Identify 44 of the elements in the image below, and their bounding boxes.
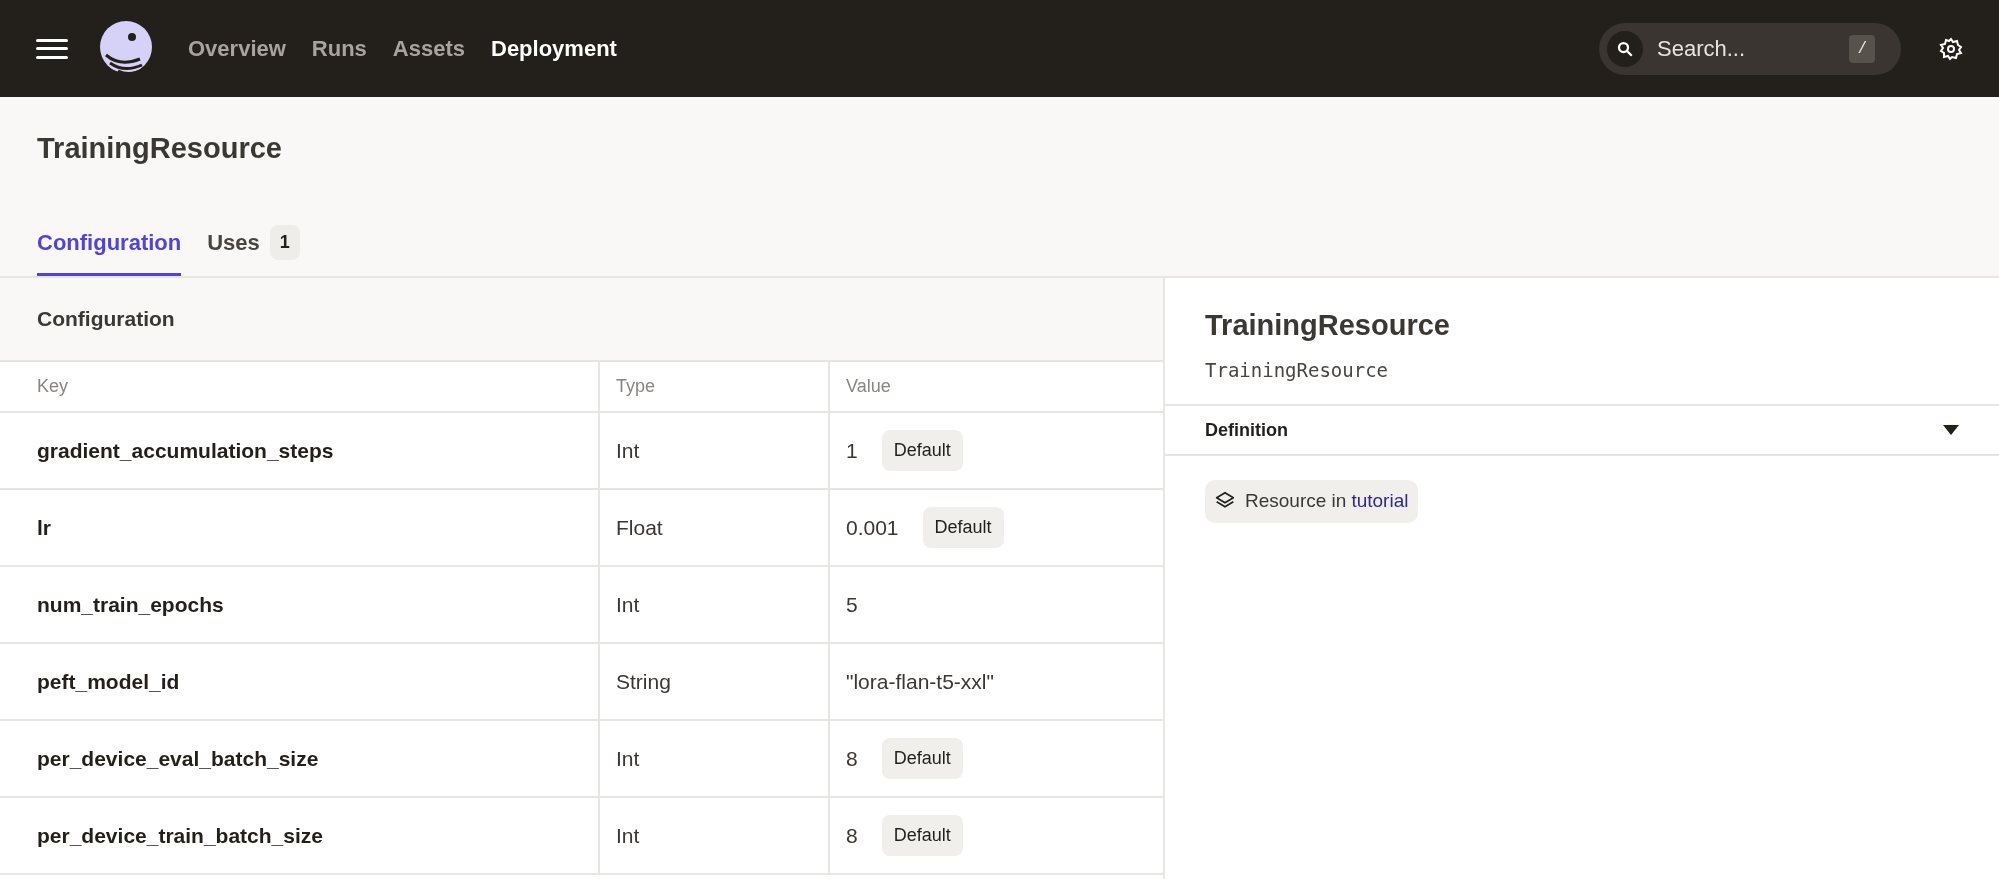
tutorial-link[interactable]: tutorial bbox=[1351, 487, 1409, 516]
column-header: Value bbox=[828, 362, 1163, 413]
default-tag: Default bbox=[881, 738, 963, 779]
nav-link[interactable]: Deployment bbox=[491, 32, 617, 65]
shortcut-key: / bbox=[1849, 34, 1875, 63]
value-text: 1 bbox=[846, 437, 858, 464]
table-cell: Int bbox=[598, 721, 828, 798]
table-cell: per_device_eval_batch_size bbox=[0, 721, 598, 798]
badge-text: Resource in bbox=[1245, 489, 1347, 513]
table-cell: Int bbox=[598, 567, 828, 644]
nav-link[interactable]: Assets bbox=[392, 32, 465, 65]
column-header: Key bbox=[0, 362, 598, 413]
resource-subtitle: TrainingResource bbox=[1205, 357, 1390, 383]
table-cell: gradient_accumulation_steps bbox=[0, 413, 598, 490]
default-tag: Default bbox=[922, 507, 1004, 548]
nav-link[interactable]: Runs bbox=[311, 32, 367, 65]
value-text: "lora-flan-t5-xxl" bbox=[846, 668, 994, 695]
table-cell: Int bbox=[598, 798, 828, 875]
tab[interactable]: Uses 1 bbox=[207, 212, 300, 276]
value-text: 8 bbox=[846, 745, 858, 772]
default-tag: Default bbox=[881, 430, 963, 471]
table-cell: Float bbox=[598, 490, 828, 567]
table-cell: String bbox=[598, 644, 828, 721]
section-title: Configuration bbox=[37, 306, 175, 333]
settings-icon[interactable] bbox=[1939, 36, 1963, 61]
table-cell: peft_model_id bbox=[0, 644, 598, 721]
page-title: TrainingResource bbox=[37, 131, 283, 166]
menu-icon[interactable] bbox=[36, 36, 68, 61]
table-cell: per_device_train_batch_size bbox=[0, 798, 598, 875]
definition-header[interactable]: Definition bbox=[1165, 406, 1999, 456]
search-icon bbox=[1607, 30, 1643, 67]
value-text: 0.001 bbox=[846, 514, 899, 541]
table-cell: Int bbox=[598, 413, 828, 490]
search-field[interactable]: Search... / bbox=[1599, 22, 1901, 75]
nav-link[interactable]: Overview bbox=[188, 32, 286, 65]
table-cell: num_train_epochs bbox=[0, 567, 598, 644]
value-text: 5 bbox=[846, 591, 858, 618]
default-tag: Default bbox=[881, 815, 963, 856]
table-cell: lr bbox=[0, 490, 598, 567]
column-header: Type bbox=[598, 362, 828, 413]
value-text: 8 bbox=[846, 822, 858, 849]
count-badge: 1 bbox=[269, 225, 300, 260]
search-placeholder: Search... bbox=[1657, 35, 1747, 63]
resource-title: TrainingResource bbox=[1205, 308, 1451, 343]
